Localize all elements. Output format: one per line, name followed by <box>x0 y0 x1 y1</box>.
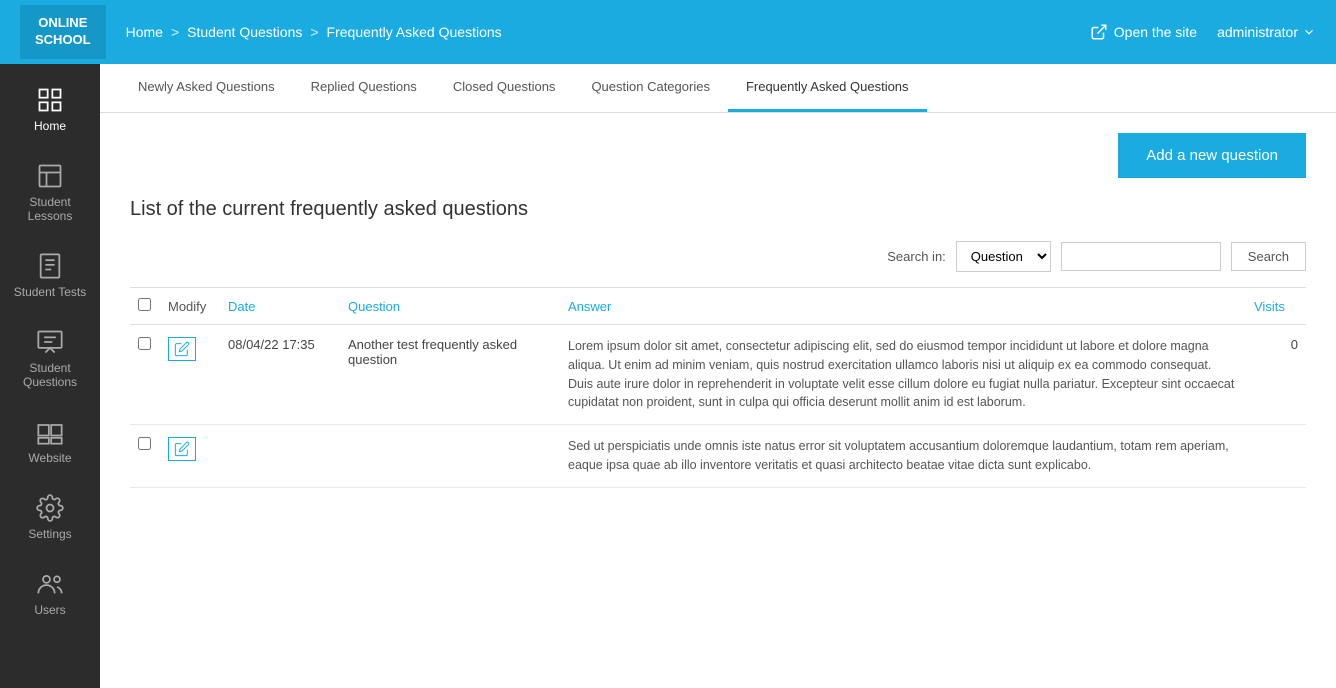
admin-label: administrator <box>1217 24 1298 40</box>
chevron-down-icon <box>1302 25 1316 39</box>
breadcrumb-home[interactable]: Home <box>126 24 163 40</box>
col-header-answer[interactable]: Answer <box>560 288 1246 325</box>
table-row: 08/04/22 17:35 Another test frequently a… <box>130 325 1306 425</box>
main-layout: Home Student Lessons Student Tests Stude… <box>0 64 1336 688</box>
table-row: Sed ut perspiciatis unde omnis iste natu… <box>130 425 1306 488</box>
sidebar-item-questions-label: Student Questions <box>10 361 90 389</box>
select-all-checkbox[interactable] <box>138 298 151 311</box>
sidebar-item-home[interactable]: Home <box>0 74 100 145</box>
open-site-icon <box>1090 23 1108 41</box>
home-icon <box>36 86 64 114</box>
users-icon <box>36 570 64 598</box>
row2-date <box>220 425 340 488</box>
row1-answer: Lorem ipsum dolor sit amet, consectetur … <box>560 325 1246 425</box>
search-select[interactable]: Question Answer All <box>956 241 1051 272</box>
tab-closed[interactable]: Closed Questions <box>435 64 574 112</box>
breadcrumb-sep1: > <box>171 24 179 40</box>
tab-replied-label: Replied Questions <box>311 79 417 94</box>
topbar: ONLINE SCHOOL Home > Student Questions >… <box>0 0 1336 64</box>
row1-visits: 0 <box>1246 325 1306 425</box>
tab-newly-asked-label: Newly Asked Questions <box>138 79 275 94</box>
sidebar-item-lessons-label: Student Lessons <box>10 195 90 223</box>
row2-question <box>340 425 560 488</box>
sidebar-item-student-tests[interactable]: Student Tests <box>0 240 100 311</box>
add-btn-row: Add a new question <box>130 133 1306 178</box>
row1-question: Another test frequently asked question <box>340 325 560 425</box>
tabs-bar: Newly Asked Questions Replied Questions … <box>100 64 1336 113</box>
row2-edit-button[interactable] <box>168 437 196 461</box>
open-site-label: Open the site <box>1114 24 1197 40</box>
search-input[interactable] <box>1061 242 1221 271</box>
lessons-icon <box>36 162 64 190</box>
row2-checkbox-cell <box>130 425 160 488</box>
tab-newly-asked[interactable]: Newly Asked Questions <box>120 64 293 112</box>
questions-icon <box>36 328 64 356</box>
sidebar-item-website[interactable]: Website <box>0 406 100 477</box>
open-site-button[interactable]: Open the site <box>1090 23 1197 41</box>
col-header-question[interactable]: Question <box>340 288 560 325</box>
sidebar-item-home-label: Home <box>34 119 66 133</box>
topbar-right: Open the site administrator <box>1090 23 1316 41</box>
tab-faq[interactable]: Frequently Asked Questions <box>728 64 927 112</box>
col-header-date[interactable]: Date <box>220 288 340 325</box>
faq-table: Modify Date Question Answer Visits <box>130 287 1306 488</box>
breadcrumb-student-questions[interactable]: Student Questions <box>187 24 302 40</box>
add-question-button[interactable]: Add a new question <box>1118 133 1306 178</box>
sidebar-item-student-questions[interactable]: Student Questions <box>0 316 100 401</box>
row1-date: 08/04/22 17:35 <box>220 325 340 425</box>
breadcrumb-sep2: > <box>310 24 318 40</box>
sidebar-item-users-label: Users <box>34 603 65 617</box>
tab-closed-label: Closed Questions <box>453 79 556 94</box>
edit-icon <box>174 441 190 457</box>
col-header-visits[interactable]: Visits <box>1246 288 1306 325</box>
search-button[interactable]: Search <box>1231 242 1306 271</box>
website-icon <box>36 418 64 446</box>
col-header-modify: Modify <box>160 288 220 325</box>
search-row: Search in: Question Answer All Search <box>130 241 1306 272</box>
row2-edit-cell <box>160 425 220 488</box>
admin-menu[interactable]: administrator <box>1217 24 1316 40</box>
brand: ONLINE SCHOOL <box>20 5 106 59</box>
tab-categories-label: Question Categories <box>591 79 710 94</box>
brand-line2: SCHOOL <box>35 32 91 47</box>
col-header-checkbox <box>130 288 160 325</box>
tab-faq-label: Frequently Asked Questions <box>746 79 909 94</box>
settings-icon <box>36 494 64 522</box>
content-area: Newly Asked Questions Replied Questions … <box>100 64 1336 688</box>
sidebar-item-settings-label: Settings <box>28 527 71 541</box>
tab-replied[interactable]: Replied Questions <box>293 64 435 112</box>
row1-checkbox-cell <box>130 325 160 425</box>
list-title: List of the current frequently asked que… <box>130 198 1306 221</box>
brand-line1: ONLINE <box>38 15 87 30</box>
row2-answer: Sed ut perspiciatis unde omnis iste natu… <box>560 425 1246 488</box>
row2-checkbox[interactable] <box>138 437 151 450</box>
row1-checkbox[interactable] <box>138 337 151 350</box>
tests-icon <box>36 252 64 280</box>
edit-icon <box>174 341 190 357</box>
sidebar-item-settings[interactable]: Settings <box>0 482 100 553</box>
sidebar-item-users[interactable]: Users <box>0 558 100 629</box>
tab-categories[interactable]: Question Categories <box>573 64 728 112</box>
sidebar-item-website-label: Website <box>28 451 71 465</box>
breadcrumb: Home > Student Questions > Frequently As… <box>126 24 1090 40</box>
page-content: Add a new question List of the current f… <box>100 113 1336 688</box>
sidebar-item-tests-label: Student Tests <box>14 285 87 299</box>
row2-visits <box>1246 425 1306 488</box>
search-label: Search in: <box>887 249 946 264</box>
sidebar: Home Student Lessons Student Tests Stude… <box>0 64 100 688</box>
sidebar-item-student-lessons[interactable]: Student Lessons <box>0 150 100 235</box>
row1-edit-cell <box>160 325 220 425</box>
breadcrumb-current: Frequently Asked Questions <box>327 24 502 40</box>
row1-edit-button[interactable] <box>168 337 196 361</box>
